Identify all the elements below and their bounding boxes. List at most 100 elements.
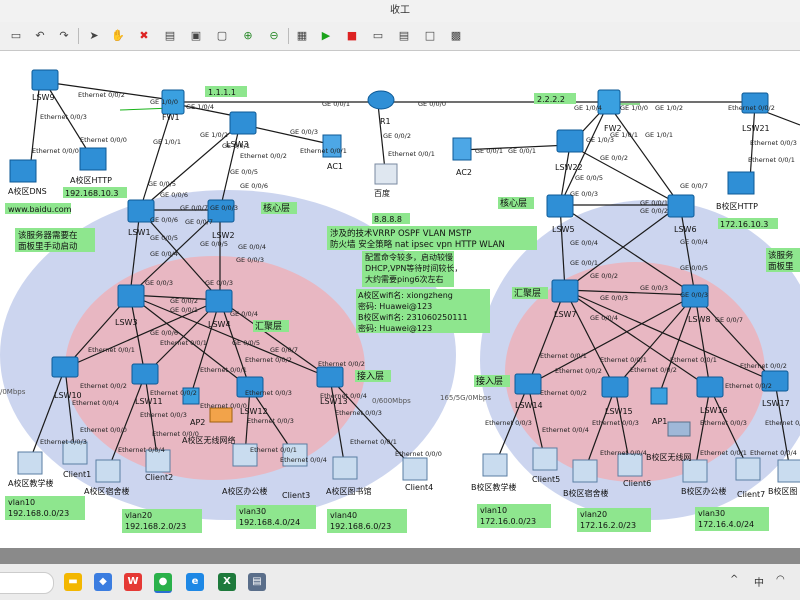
label-ac2: AC2 — [456, 168, 472, 177]
lsw9-device[interactable] — [31, 69, 59, 91]
copilot-icon[interactable]: ◆ — [94, 573, 112, 591]
label-a-dorm: A校区宿舍楼 — [84, 486, 129, 496]
hand-icon[interactable]: ✋ — [110, 28, 126, 44]
port-label: GE 0/0/5 — [200, 240, 228, 248]
note-service-a1: 该服务器需要在 — [18, 230, 78, 241]
wechat-icon[interactable]: ● — [154, 573, 172, 593]
topology-icon[interactable]: ▩ — [448, 28, 464, 44]
r1-router[interactable] — [367, 90, 395, 110]
b-office-pc[interactable] — [682, 459, 708, 483]
start-icon[interactable]: ▶ — [318, 28, 334, 44]
b-http-server[interactable] — [727, 171, 755, 195]
b-dorm-pc[interactable] — [572, 459, 598, 483]
port-label: GE 0/0/1 — [170, 306, 198, 314]
port-label: Ethernet 0/0/4 — [320, 392, 367, 400]
taskbar-search[interactable] — [0, 572, 54, 594]
label-lsw17: LSW17 — [762, 399, 790, 408]
a-wifi-laptop[interactable] — [209, 407, 233, 423]
file-explorer-icon[interactable]: ▬ — [64, 573, 82, 591]
port-label: GE 1/0/2 — [200, 131, 228, 139]
lsw5-device[interactable] — [546, 194, 574, 218]
label-lsw22: LSW22 — [555, 163, 583, 172]
baidu-server[interactable] — [374, 163, 398, 185]
a-net40: 192.168.6.0/23 — [330, 522, 391, 531]
label-ac1: AC1 — [327, 162, 343, 171]
b-wifi-laptop[interactable] — [667, 421, 691, 437]
port-label: Ethernet 0/0/2 — [630, 366, 677, 374]
text-icon[interactable]: ▤ — [162, 28, 178, 44]
zoom-out-icon[interactable]: ⊖ — [266, 28, 282, 44]
a-dorm-pc[interactable] — [95, 459, 121, 483]
b-lib-pc[interactable] — [777, 459, 800, 483]
topology-canvas[interactable]: LSW9 FW1 R1 FW2 LSW21 LSW3 LSW1 LSW2 LSW… — [0, 51, 800, 548]
note-tip3: 大约需要ping6次左右 — [365, 274, 444, 284]
port-label: GE 0/0/1 — [222, 142, 250, 150]
port-label: Ethernet 0/0/2 — [240, 152, 287, 160]
comment-icon[interactable]: ▣ — [188, 28, 204, 44]
zoom-in-icon[interactable]: ⊕ — [240, 28, 256, 44]
wifi-icon[interactable]: ◠ — [776, 574, 785, 585]
window-icon[interactable]: □ — [422, 28, 438, 44]
lsw16-device[interactable] — [696, 376, 724, 398]
lsw3-device[interactable] — [117, 284, 145, 308]
lsw14-device[interactable] — [514, 373, 542, 395]
port-label: Ethernet 0/0/2 — [540, 389, 587, 397]
a-lib-pc[interactable] — [332, 456, 358, 480]
lsw10-device[interactable] — [51, 356, 79, 378]
port-label: GE 0/0/3 — [600, 294, 628, 302]
label-client4: Client4 — [405, 483, 433, 492]
stop-icon[interactable]: ■ — [344, 28, 360, 44]
a-dns-server[interactable] — [9, 159, 37, 183]
label-b-http: B校区HTTP — [716, 201, 758, 211]
lsw13-device[interactable] — [316, 366, 344, 388]
port-label: GE 1/0/0 — [620, 104, 648, 112]
ime-indicator[interactable]: 中 — [754, 574, 764, 589]
client7-pc[interactable] — [735, 457, 761, 481]
label-client5: Client5 — [532, 475, 560, 484]
command-icon[interactable]: ▭ — [370, 28, 386, 44]
lsw7-device[interactable] — [551, 279, 579, 303]
select-icon[interactable]: ➤ — [86, 28, 102, 44]
desktop-strip — [0, 548, 800, 564]
port-label: GE 0/0/5 — [575, 174, 603, 182]
redo-icon[interactable]: ↷ — [56, 28, 72, 44]
port-label: GE 0/0/5 — [232, 339, 260, 347]
lsw4-device[interactable] — [205, 289, 233, 313]
delete-icon[interactable]: ✖ — [136, 28, 152, 44]
label-agg-a: 汇聚层 — [255, 321, 282, 332]
ap1-device[interactable] — [650, 387, 668, 405]
note-wifi3: B校区wifi名: 231060250111 — [358, 312, 468, 322]
label-lsw16: LSW16 — [700, 406, 728, 415]
label-r1: R1 — [380, 117, 391, 126]
edge-icon[interactable]: e — [186, 573, 204, 591]
lsw22-device[interactable] — [556, 129, 584, 153]
label-lsw21: LSW21 — [742, 124, 770, 133]
capture-icon[interactable]: ▤ — [396, 28, 412, 44]
lsw11-device[interactable] — [131, 363, 159, 385]
port-label: GE 1/0/1 — [153, 138, 181, 146]
save-icon[interactable]: ▭ — [8, 28, 24, 44]
a-teach-pc[interactable] — [17, 451, 43, 475]
lsw6-device[interactable] — [667, 194, 695, 218]
ensp-icon[interactable]: ▤ — [248, 573, 266, 591]
a-http-server[interactable] — [79, 147, 107, 171]
label-client1: Client1 — [63, 470, 91, 479]
ac2-device[interactable] — [452, 137, 472, 161]
label-ap1: AP1 — [652, 417, 667, 426]
port-label: Ethernet 0/0/3 — [335, 409, 382, 417]
tray-chevron-icon[interactable]: ^ — [730, 574, 738, 585]
port-label: GE 0/0/4 — [150, 250, 178, 258]
lsw15-device[interactable] — [601, 376, 629, 398]
lsw3-core-device[interactable] — [229, 111, 257, 135]
undo-icon[interactable]: ↶ — [32, 28, 48, 44]
excel-icon[interactable]: X — [218, 573, 236, 591]
port-label: Ethernet 0/0/1 — [388, 150, 435, 158]
b-teach-pc[interactable] — [482, 453, 508, 477]
wps-icon[interactable]: W — [124, 573, 142, 591]
rectangle-icon[interactable]: ▢ — [214, 28, 230, 44]
client4-pc[interactable] — [402, 457, 428, 481]
label-client3: Client3 — [282, 491, 310, 500]
client6-pc[interactable] — [617, 453, 643, 477]
client5-pc[interactable] — [532, 447, 558, 471]
fit-icon[interactable]: ▦ — [294, 28, 310, 44]
